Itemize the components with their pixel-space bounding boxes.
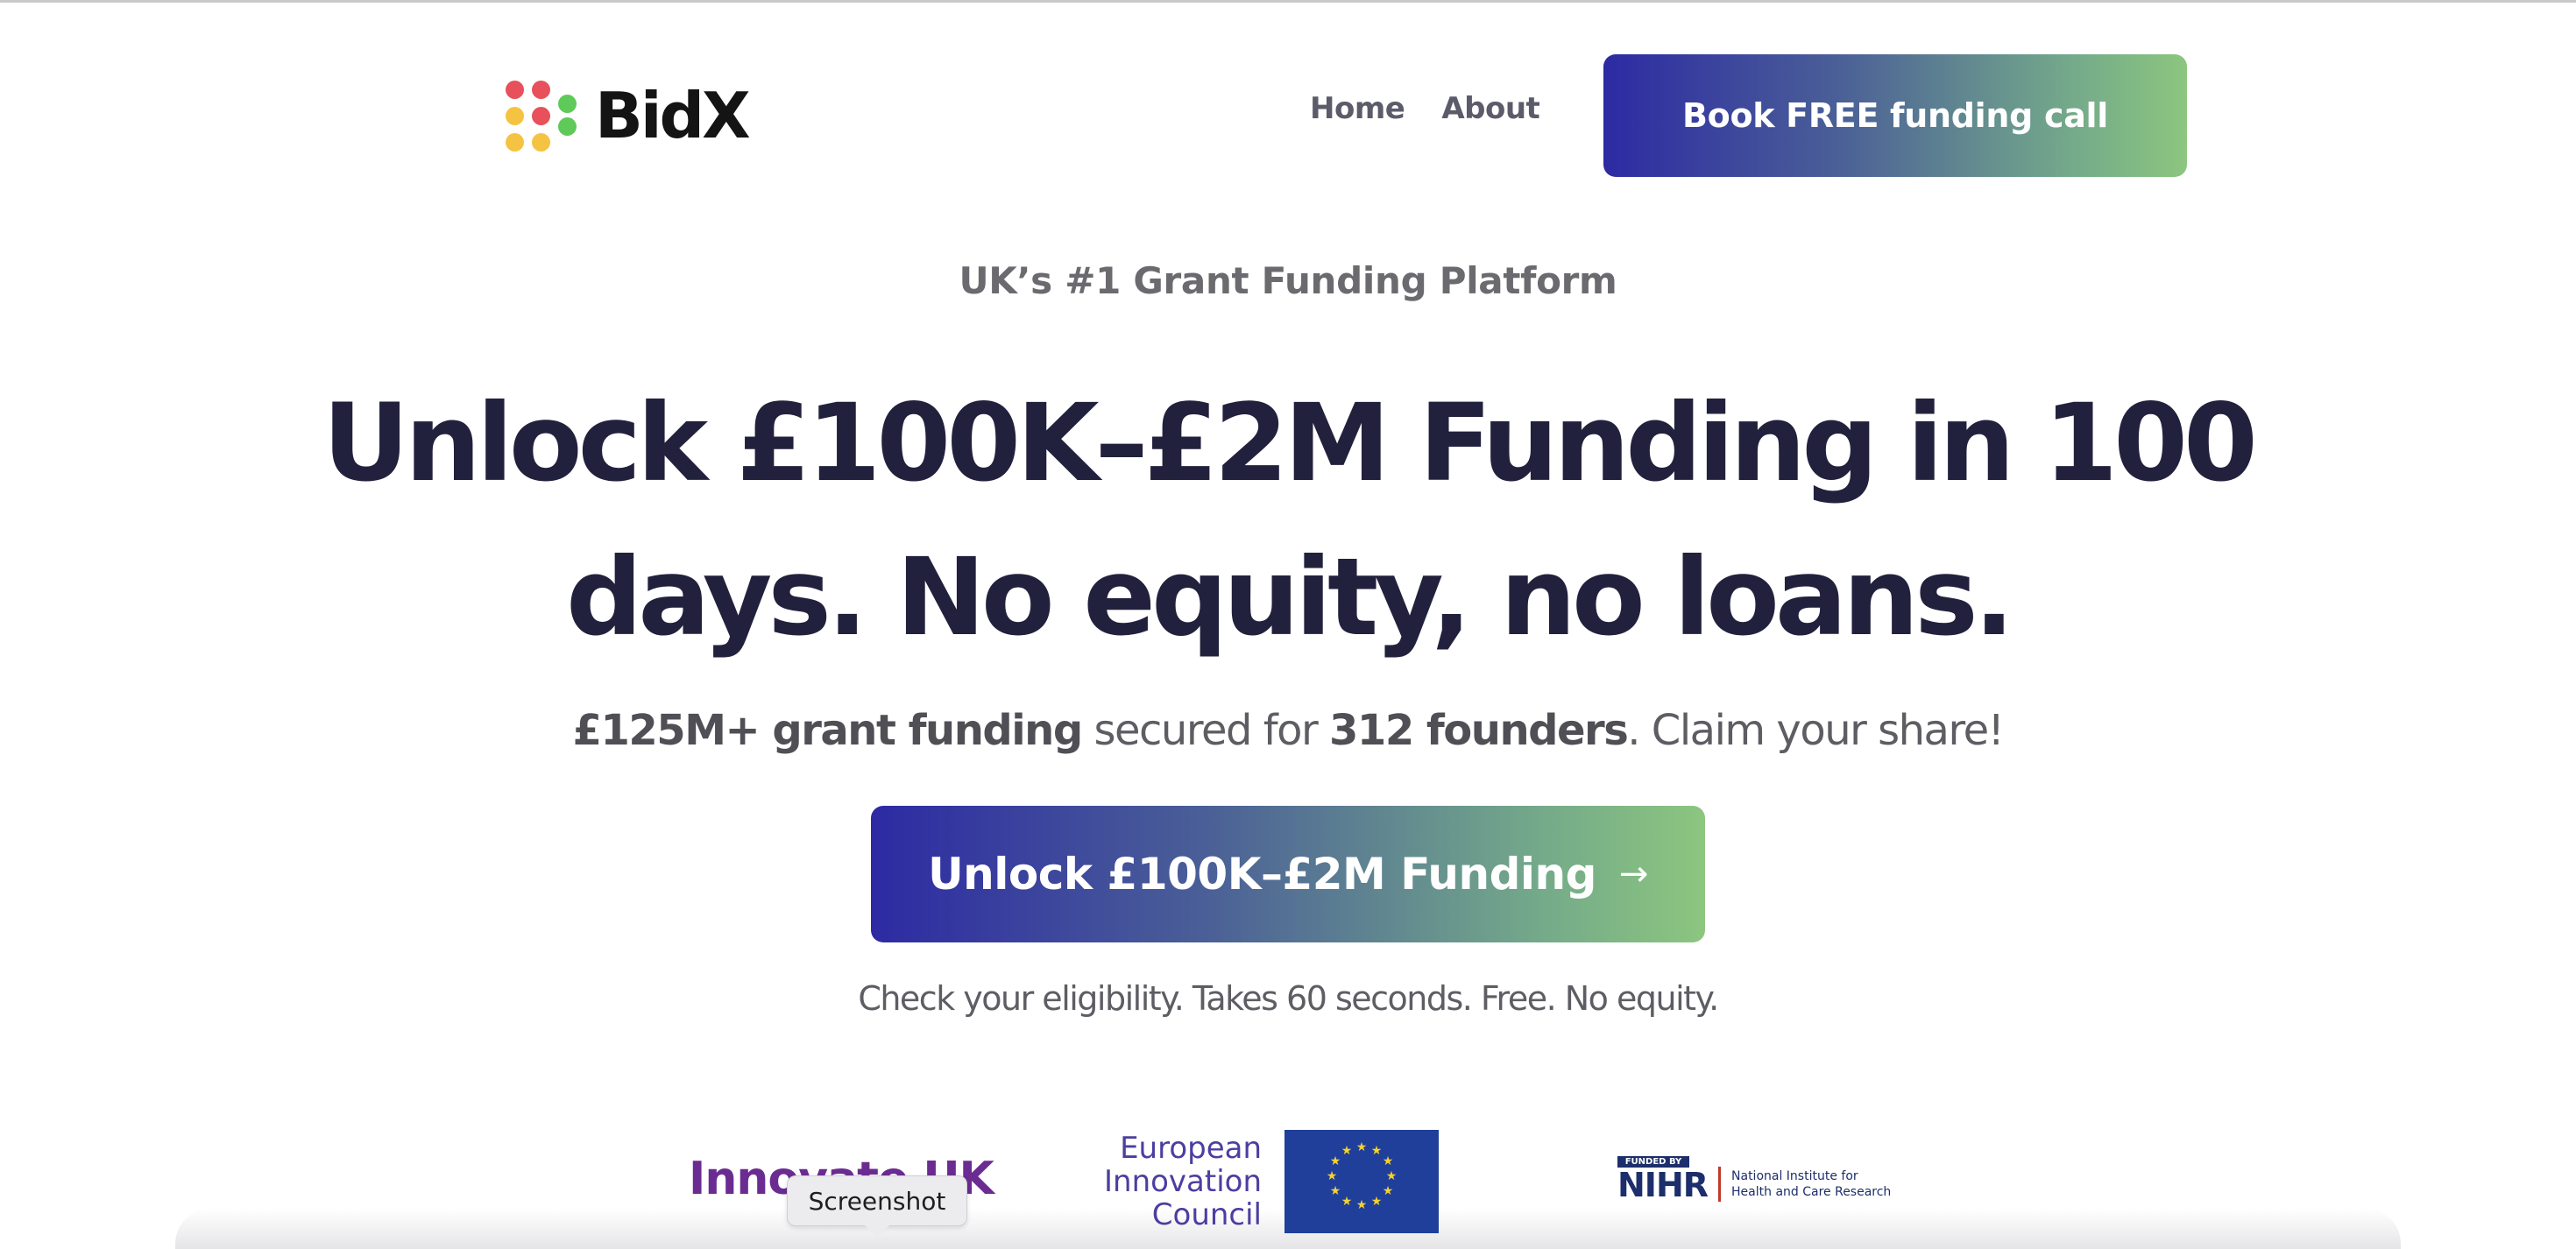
svg-text:★: ★ bbox=[1383, 1154, 1394, 1168]
main-nav: Home About bbox=[1310, 91, 1540, 126]
svg-text:★: ★ bbox=[1330, 1184, 1341, 1198]
hero-headline: Unlock £100K–£2M Funding in 100 days. No… bbox=[149, 366, 2427, 674]
nine-dot-grid-icon bbox=[506, 79, 577, 152]
nihr-wordmark: NIHR bbox=[1617, 1166, 1709, 1204]
svg-text:★: ★ bbox=[1356, 1140, 1368, 1154]
eic-line-3: Council bbox=[1151, 1197, 1263, 1232]
funding-amount-highlight: £125M+ grant funding bbox=[572, 706, 1084, 755]
hero-headline-line-1: Unlock £100K–£2M Funding in 100 bbox=[322, 381, 2258, 505]
svg-text:★: ★ bbox=[1383, 1184, 1394, 1198]
screenshot-tooltip: Screenshot bbox=[787, 1175, 967, 1238]
window-top-border bbox=[0, 0, 2576, 3]
nav-home[interactable]: Home bbox=[1310, 91, 1405, 126]
book-funding-call-button[interactable]: Book FREE funding call bbox=[1603, 54, 2187, 177]
unlock-funding-label: Unlock £100K–£2M Funding bbox=[928, 849, 1596, 900]
subline-end: . Claim your share! bbox=[1627, 706, 2005, 755]
eic-line-2: Innovation bbox=[1104, 1164, 1263, 1199]
hero-headline-line-2: days. No equity, no loans. bbox=[565, 535, 2014, 660]
hero-eyebrow: UK’s #1 Grant Funding Platform bbox=[959, 259, 1617, 302]
svg-text:★: ★ bbox=[1330, 1154, 1341, 1168]
eic-line-1: European bbox=[1120, 1131, 1263, 1166]
nihr-divider bbox=[1718, 1166, 1722, 1202]
eligibility-note: Check your eligibility. Takes 60 seconds… bbox=[858, 979, 1719, 1018]
founders-count-highlight: 312 founders bbox=[1329, 706, 1629, 755]
nihr-fullname-line-2: Health and Care Research bbox=[1731, 1184, 1892, 1199]
svg-text:★: ★ bbox=[1341, 1144, 1353, 1158]
nihr-logo: FUNDED BY NIHR National Institute for He… bbox=[1617, 1156, 1891, 1203]
svg-text:★: ★ bbox=[1386, 1169, 1398, 1183]
brand-logo[interactable]: BidX bbox=[506, 79, 751, 152]
eu-flag-icon: ★ ★ ★ ★ ★ ★ ★ ★ ★ ★ ★ ★ bbox=[1284, 1130, 1440, 1233]
svg-text:★: ★ bbox=[1356, 1198, 1368, 1212]
svg-text:★: ★ bbox=[1371, 1144, 1383, 1158]
eic-wordmark: European Innovation Council bbox=[1104, 1132, 1262, 1231]
nav-about[interactable]: About bbox=[1441, 91, 1539, 126]
svg-text:★: ★ bbox=[1371, 1195, 1383, 1209]
unlock-funding-button[interactable]: Unlock £100K–£2M Funding → bbox=[871, 806, 1705, 942]
nihr-mark: FUNDED BY NIHR bbox=[1617, 1156, 1709, 1204]
hero-subline: £125M+ grant funding secured for 312 fou… bbox=[0, 706, 2576, 755]
nihr-fullname: National Institute for Health and Care R… bbox=[1731, 1168, 1891, 1200]
subline-middle: secured for bbox=[1081, 706, 1330, 755]
brand-name: BidX bbox=[595, 79, 751, 152]
arrow-right-icon: → bbox=[1618, 854, 1649, 894]
eic-logo: European Innovation Council ★ ★ ★ ★ ★ ★ … bbox=[1104, 1130, 1440, 1233]
svg-text:★: ★ bbox=[1327, 1169, 1338, 1183]
svg-text:★: ★ bbox=[1341, 1195, 1353, 1209]
nihr-fullname-line-1: National Institute for bbox=[1731, 1168, 1858, 1183]
